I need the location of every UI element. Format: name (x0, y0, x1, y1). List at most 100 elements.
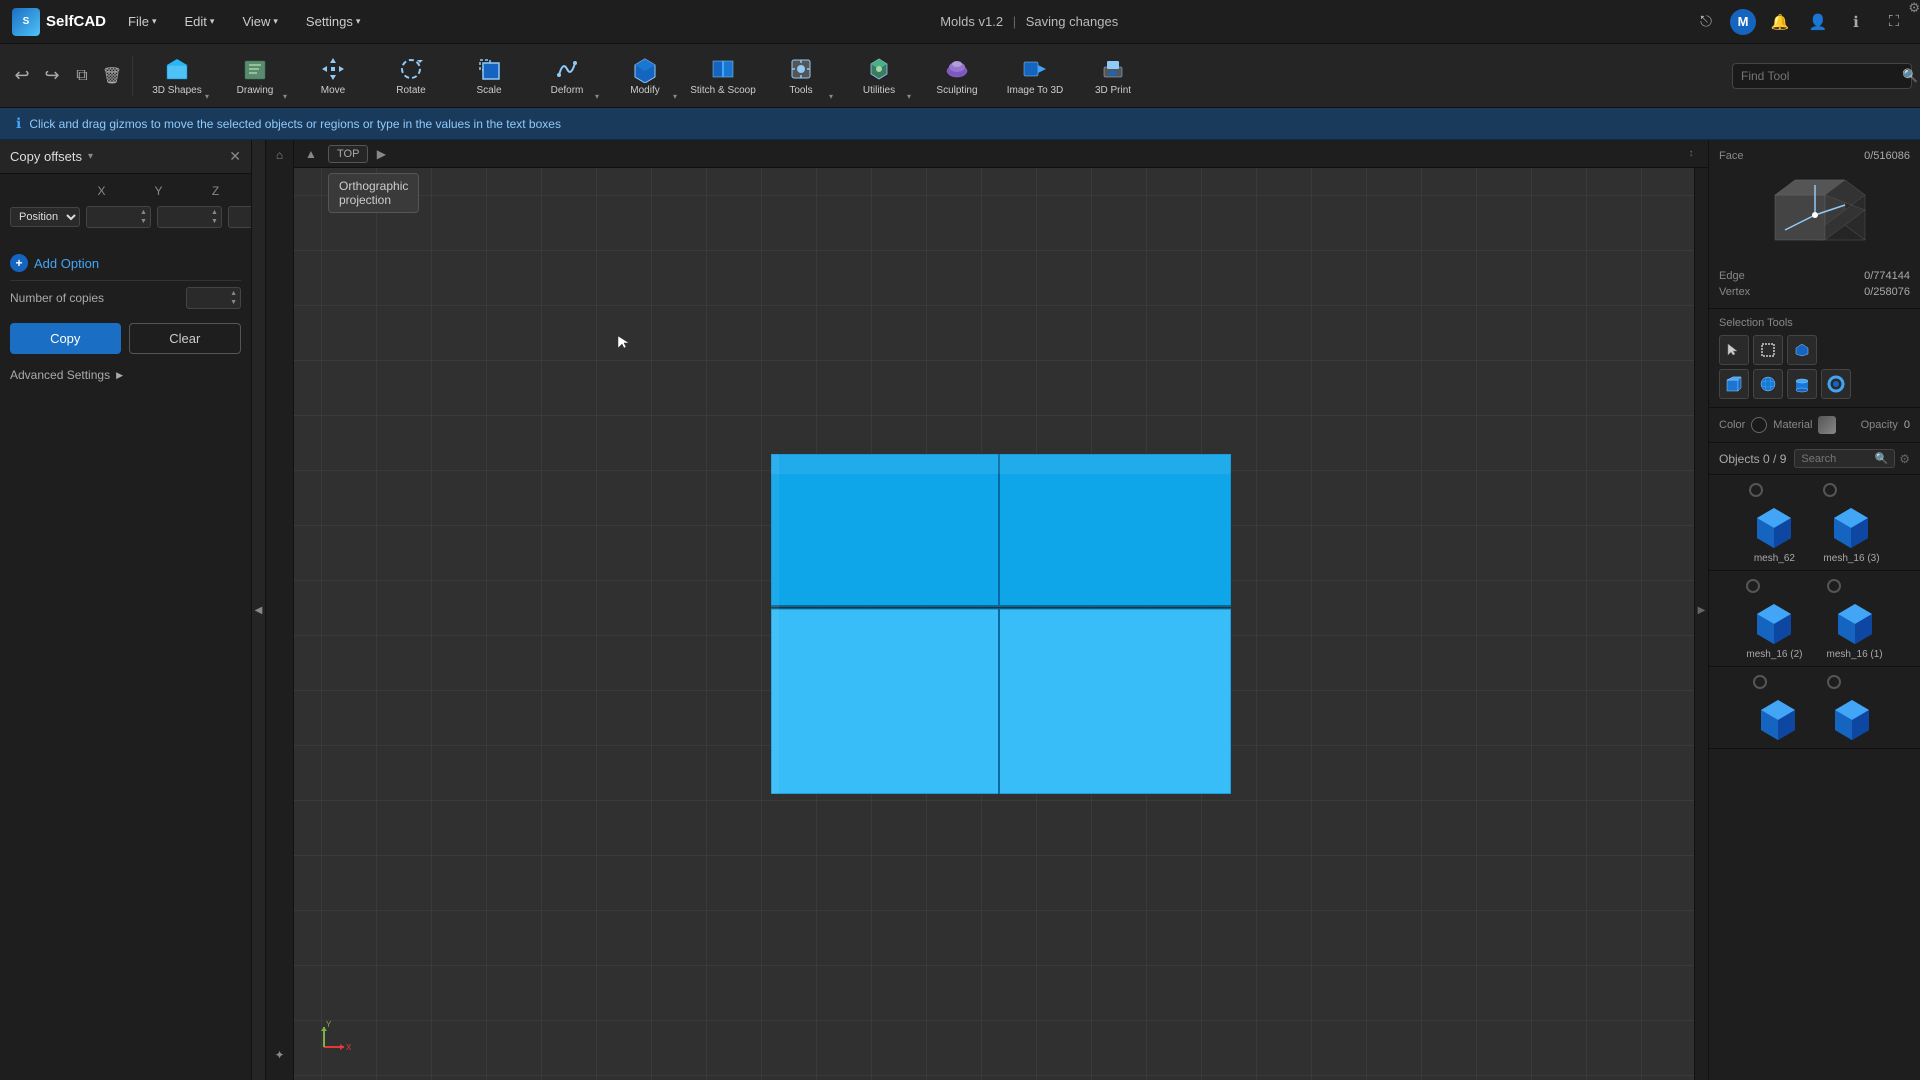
z-input[interactable]: 0 (229, 207, 252, 227)
modify-arrow: ▾ (673, 92, 677, 101)
x-up-icon[interactable]: ▲ (137, 208, 150, 217)
select-face-button[interactable] (1787, 335, 1817, 365)
left-panel: Copy offsets ▾ ✕ X Y Z Position 0 ▲ (0, 140, 252, 1080)
object-radio-5[interactable] (1753, 675, 1767, 689)
x-input-group[interactable]: 0 ▲ ▼ (86, 206, 151, 228)
vp-compass-icon[interactable]: ✦ (269, 1044, 291, 1066)
redo-button[interactable]: ↪ (38, 62, 66, 90)
find-tool-box[interactable]: 🔍 (1732, 63, 1912, 89)
right-expand-arrow: ▶ (1698, 605, 1706, 616)
x-spinners[interactable]: ▲ ▼ (137, 208, 150, 226)
tool-move[interactable]: Move (295, 47, 371, 105)
add-option-row[interactable]: + Add Option (0, 246, 251, 280)
shape-sphere-button[interactable] (1753, 369, 1783, 399)
drawing-arrow: ▾ (283, 92, 287, 101)
menu-settings[interactable]: Settings ▾ (300, 10, 367, 33)
m-icon[interactable]: M (1730, 9, 1756, 35)
material-swatch[interactable] (1818, 416, 1836, 434)
projection-control[interactable]: TOP Orthographic projection (328, 145, 368, 163)
color-swatch[interactable] (1751, 417, 1767, 433)
panel-expand-button[interactable]: ◀ (252, 140, 266, 1080)
tool-stitch-scoop[interactable]: Stitch & Scoop (685, 47, 761, 105)
sphere-shape-icon (1759, 375, 1777, 393)
tool-3d-print[interactable]: 3D Print (1075, 47, 1151, 105)
shape-torus-button[interactable] (1821, 369, 1851, 399)
object-radio-3[interactable] (1746, 579, 1760, 593)
rotate-icon (397, 55, 425, 83)
y-input-group[interactable]: 0 ▲ ▼ (157, 206, 222, 228)
tool-tools[interactable]: Tools ▾ (763, 47, 839, 105)
tool-3d-shapes[interactable]: 3D Shapes ▾ (139, 47, 215, 105)
fullscreen-icon[interactable]: ⛶ (1880, 8, 1908, 36)
copies-input[interactable]: 1 (187, 288, 227, 308)
help-icon[interactable]: ℹ (1842, 8, 1870, 36)
tool-deform[interactable]: Deform ▾ (529, 47, 605, 105)
copies-up-icon[interactable]: ▲ (227, 289, 240, 298)
advanced-settings-row[interactable]: Advanced Settings ▶ (0, 362, 251, 388)
objects-settings-icon[interactable]: ⚙ (1899, 452, 1910, 466)
z-input-group[interactable]: 0 ▲ ▼ (228, 206, 252, 228)
save-status: Saving changes (1026, 14, 1119, 29)
x-input[interactable]: 0 (87, 207, 137, 227)
object-radio-6[interactable] (1827, 675, 1841, 689)
face-row: Face 0/516086 ⚙ (1719, 150, 1910, 162)
find-tool-input[interactable] (1741, 69, 1896, 83)
object-cell-3: mesh_16 (2) (1746, 577, 1802, 660)
vp-right-icon[interactable]: ▶ (370, 143, 392, 165)
viewport-right-expand[interactable]: ▶ (1694, 140, 1708, 1080)
view-cube-3d[interactable] (1755, 170, 1875, 260)
projection-label[interactable]: TOP (328, 145, 368, 163)
bell-icon[interactable]: 🔔 (1766, 8, 1794, 36)
select-cursor-button[interactable] (1719, 335, 1749, 365)
app-logo[interactable]: S SelfCAD (12, 8, 106, 36)
viewport-content[interactable] (294, 168, 1708, 1080)
axis-icon: X Y (314, 1017, 354, 1057)
select-box-button[interactable] (1753, 335, 1783, 365)
share-icon[interactable]: ⎋ (1692, 8, 1720, 36)
object-radio-4[interactable] (1827, 579, 1841, 593)
tool-modify[interactable]: Modify ▾ (607, 47, 683, 105)
info-message: Click and drag gizmos to move the select… (29, 117, 561, 131)
y-input[interactable]: 0 (158, 207, 208, 227)
copies-input-group[interactable]: 1 ▲ ▼ (186, 287, 241, 309)
topbar: S SelfCAD File ▾ Edit ▾ View ▾ Settings … (0, 0, 1920, 44)
vp-home-icon[interactable]: ⌂ (269, 144, 291, 166)
objects-search-input[interactable] (1801, 453, 1870, 465)
vp-expand-icon[interactable]: ↕ (1680, 143, 1702, 165)
panel-close-button[interactable]: ✕ (229, 148, 241, 165)
undo-button[interactable]: ↩ (8, 62, 36, 90)
tool-image-to-3d[interactable]: Image To 3D (997, 47, 1073, 105)
object-radio-2[interactable] (1823, 483, 1837, 497)
object-radio-1[interactable] (1749, 483, 1763, 497)
menu-view[interactable]: View ▾ (236, 10, 283, 33)
y-spinners[interactable]: ▲ ▼ (208, 208, 221, 226)
y-up-icon[interactable]: ▲ (208, 208, 221, 217)
number-copies-row: Number of copies 1 ▲ ▼ (0, 281, 251, 315)
objects-search[interactable]: 🔍 (1794, 449, 1895, 468)
vp-up-icon[interactable]: ▲ (300, 143, 322, 165)
tool-rotate[interactable]: Rotate (373, 47, 449, 105)
position-select[interactable]: Position (10, 207, 80, 227)
x-down-icon[interactable]: ▼ (137, 217, 150, 226)
menu-edit[interactable]: Edit ▾ (179, 10, 221, 33)
tool-drawing[interactable]: Drawing ▾ (217, 47, 293, 105)
viewport[interactable]: ⌂ ✦ ▲ TOP Orthographic projection ▶ ↕ (266, 140, 1708, 1080)
copies-spinners[interactable]: ▲ ▼ (227, 289, 240, 307)
delete-button[interactable]: 🗑 (98, 62, 126, 90)
copy-button[interactable]: Copy (10, 323, 121, 354)
image-to-3d-icon (1021, 55, 1049, 83)
logo-icon: S (12, 8, 40, 36)
tool-tools-label: Tools (789, 85, 812, 96)
tool-scale[interactable]: Scale (451, 47, 527, 105)
clear-button[interactable]: Clear (129, 323, 242, 354)
tool-sculpting[interactable]: Sculpting (919, 47, 995, 105)
menu-file[interactable]: File ▾ (122, 10, 162, 33)
copies-down-icon[interactable]: ▼ (227, 298, 240, 307)
tool-utilities[interactable]: Utilities ▾ (841, 47, 917, 105)
user-icon[interactable]: 👤 (1804, 8, 1832, 36)
tool-utilities-label: Utilities (863, 85, 895, 96)
shape-cube-button[interactable] (1719, 369, 1749, 399)
y-down-icon[interactable]: ▼ (208, 217, 221, 226)
shape-cylinder-button[interactable] (1787, 369, 1817, 399)
duplicate-button[interactable]: ⧉ (68, 62, 96, 90)
